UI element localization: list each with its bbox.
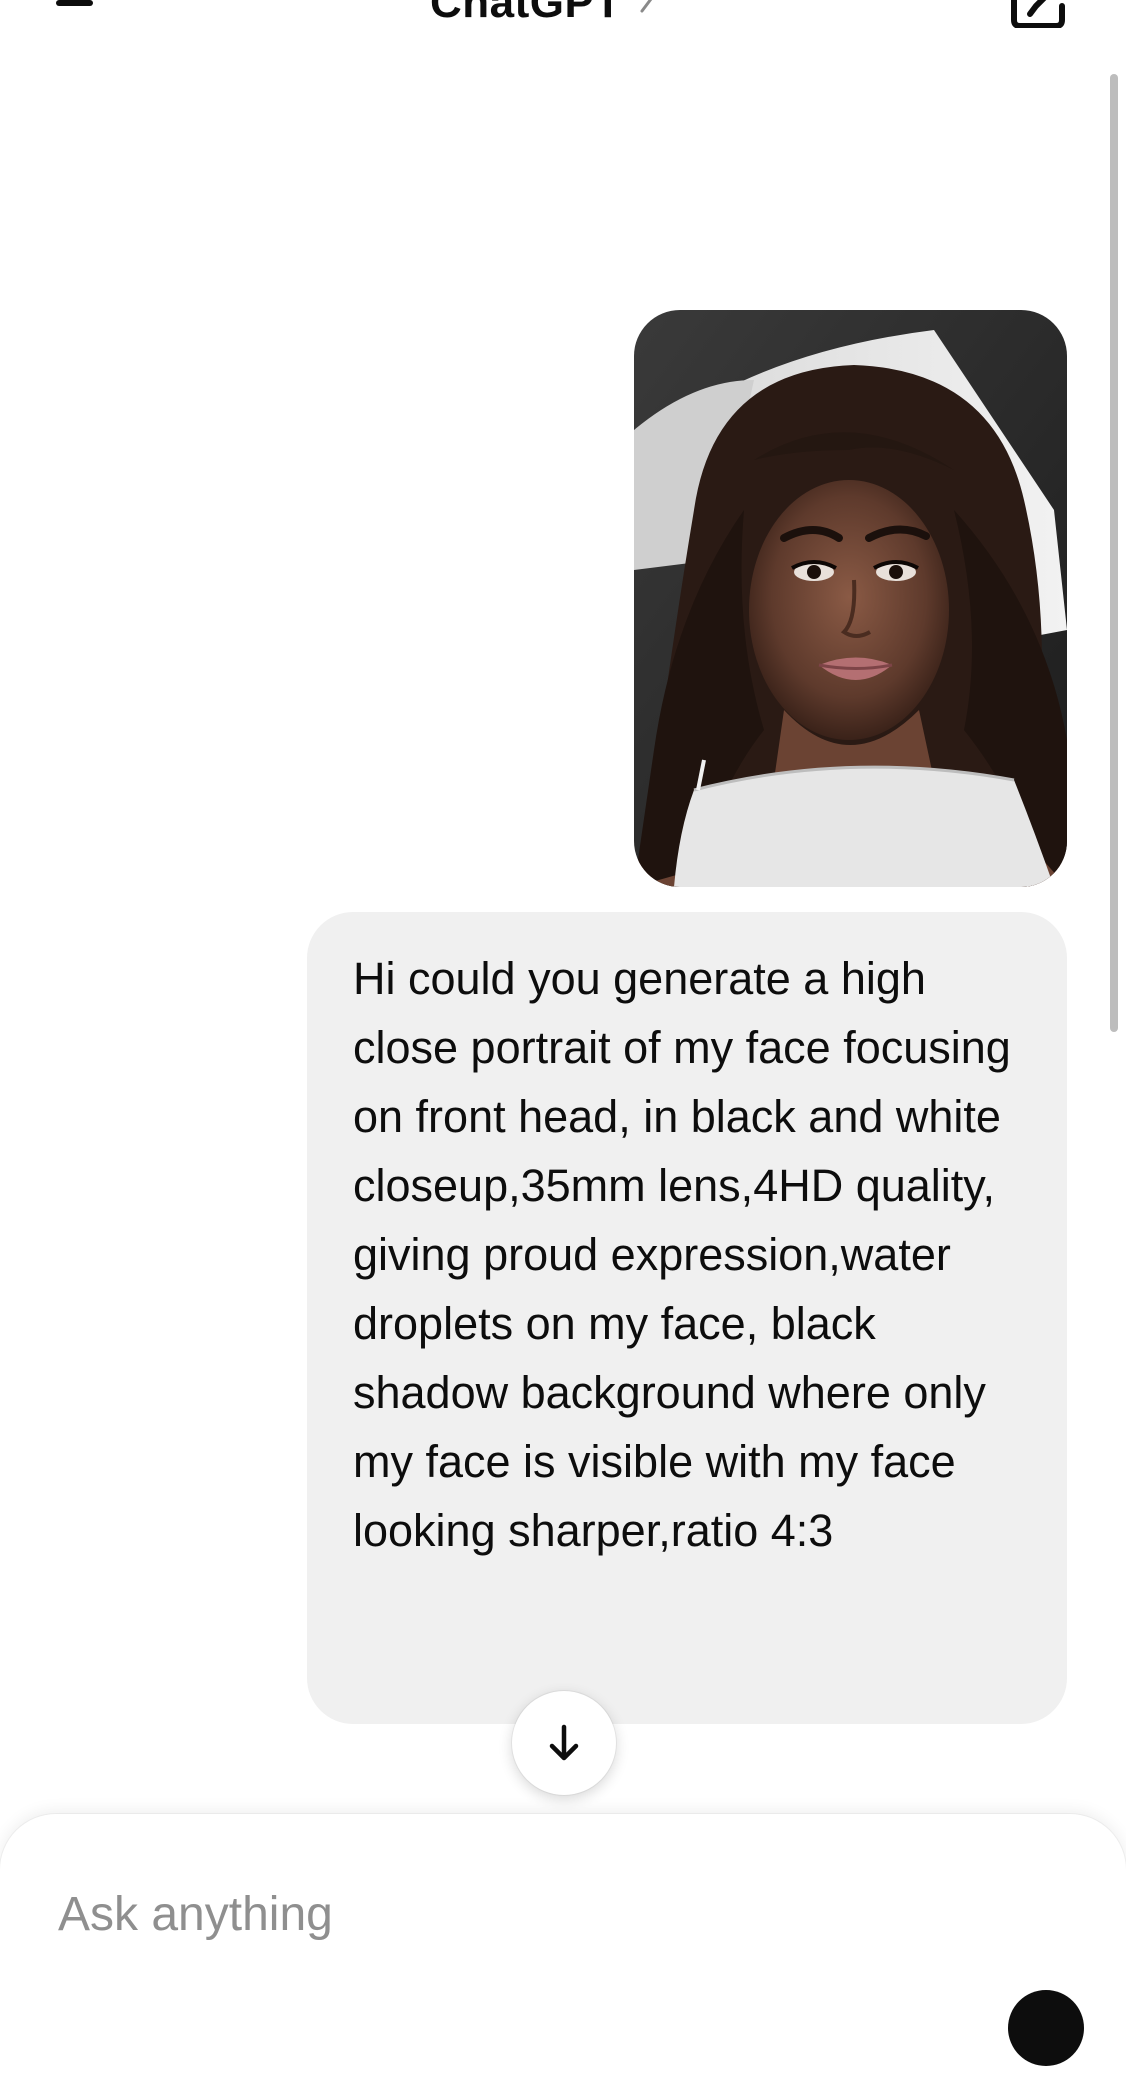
- top-bar: ChatGPT: [0, 0, 1126, 40]
- model-selector[interactable]: ChatGPT: [430, 0, 660, 28]
- menu-icon-bar: [56, 0, 93, 6]
- assistant-response-partial: [60, 1796, 460, 1810]
- arrow-down-icon: [549, 1724, 579, 1761]
- chevron-right-icon: [640, 0, 652, 13]
- hamburger-menu-icon[interactable]: [56, 0, 96, 14]
- message-input[interactable]: [58, 1874, 958, 1954]
- user-message-text: Hi could you generate a high close portr…: [353, 953, 1011, 1556]
- scroll-to-bottom-button[interactable]: [512, 1691, 616, 1795]
- voice-mode-icon[interactable]: [1008, 1990, 1084, 2066]
- photo-attachment[interactable]: [634, 310, 1067, 887]
- scrollbar[interactable]: [1110, 74, 1118, 1032]
- new-chat-edit-icon[interactable]: [1008, 0, 1068, 28]
- user-message-bubble: Hi could you generate a high close portr…: [307, 912, 1067, 1724]
- message-composer: [0, 1814, 1126, 2074]
- portrait-photo-image: [634, 310, 1067, 887]
- app-title: ChatGPT: [430, 0, 622, 27]
